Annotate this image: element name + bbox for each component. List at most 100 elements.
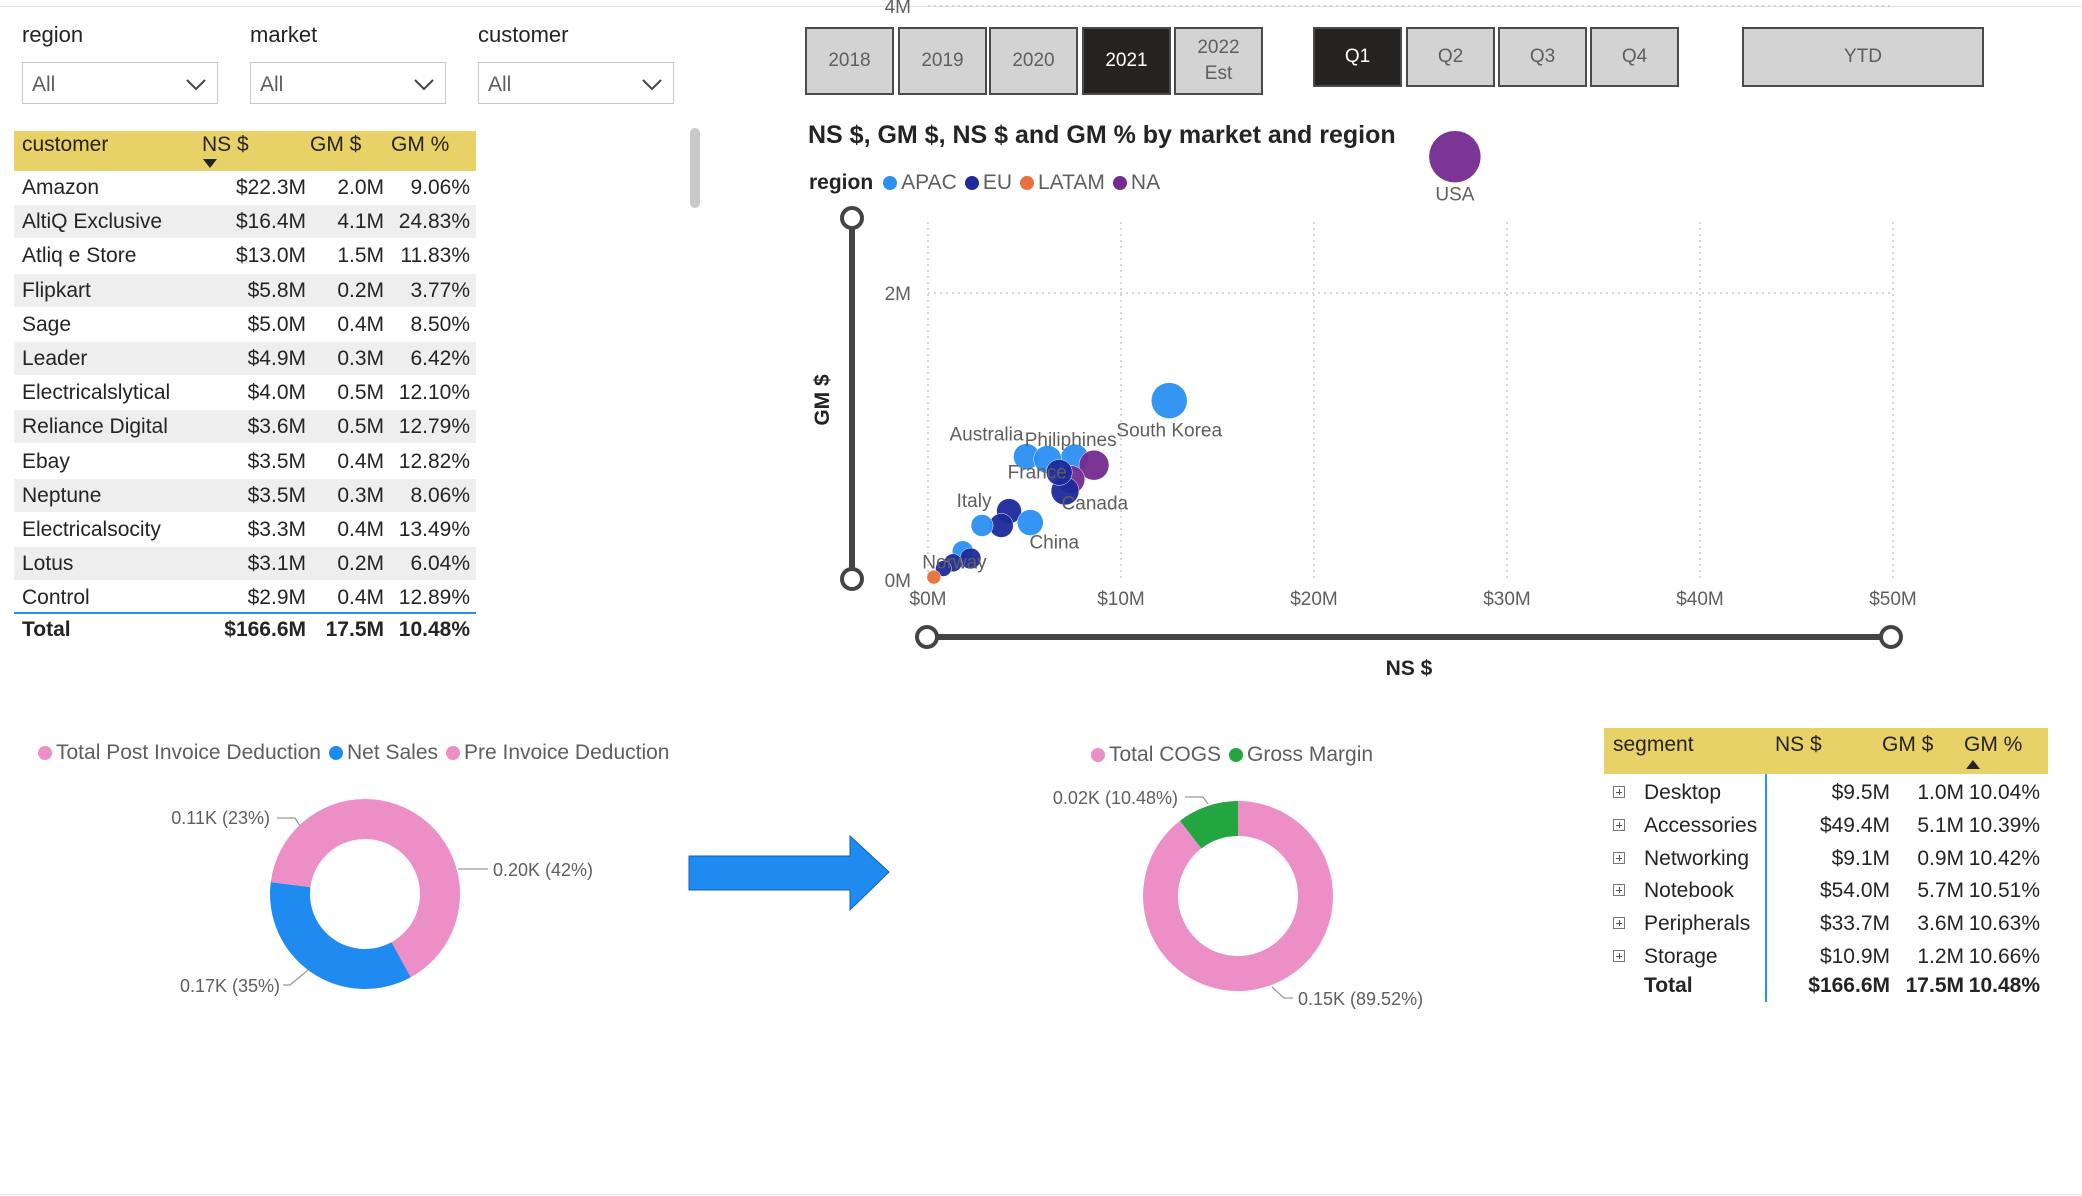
segment-total-row: Total $166.6M 17.5M 10.48%	[1604, 972, 2048, 1005]
legend-label: Pre Invoice Deduction	[464, 741, 670, 764]
x-tick-label: $10M	[1097, 589, 1145, 610]
total-gm-pct: 10.48%	[1968, 974, 2040, 997]
x-zoom-handle-right[interactable]	[1879, 625, 1903, 649]
y-tick-label: 4M	[885, 0, 911, 18]
expand-icon-v	[1619, 887, 1620, 894]
legend-item[interactable]: Total Post Invoice Deduction	[38, 741, 321, 765]
expand-icon[interactable]	[1613, 950, 1625, 962]
donut-data-label: 0.11K (23%)	[171, 808, 270, 828]
x-zoom-handle-left[interactable]	[915, 625, 939, 649]
expand-icon[interactable]	[1613, 917, 1625, 930]
gm-pct-value: 10.63%	[1968, 912, 2040, 936]
segment-name: Notebook	[1644, 879, 1734, 903]
table-row[interactable]: Accessories $49.4M 5.1M 10.39%	[1604, 809, 2048, 842]
point-label: USA	[1435, 185, 1474, 206]
col-header-ns[interactable]: NS $	[1775, 733, 1822, 757]
expand-icon-v	[1619, 920, 1620, 927]
leader-line	[277, 817, 301, 827]
donut-data-label: 0.17K (35%)	[180, 976, 280, 996]
x-tick-label: $20M	[1290, 589, 1338, 610]
expand-icon[interactable]	[1613, 786, 1625, 798]
expand-icon-v	[1619, 821, 1620, 828]
x-tick-label: $0M	[910, 589, 947, 610]
legend-label: Total COGS	[1109, 743, 1222, 766]
segment-name: Networking	[1644, 846, 1750, 870]
segment-name: Storage	[1644, 945, 1718, 968]
donut1-legend: Total Post Invoice Deduction Net Sales Pre…	[38, 741, 677, 765]
expand-icon[interactable]	[1613, 884, 1625, 897]
donut-data-label: 0.15K (89.52%)	[1298, 989, 1423, 1009]
legend-dot	[446, 746, 461, 760]
ns-value: $9.1M	[1831, 846, 1890, 870]
gm-value: 3.6M	[1917, 912, 1964, 936]
legend-label: Total Post Invoice Deduction	[56, 741, 321, 764]
donut-slice-total-post-invoice-deduction[interactable]	[270, 799, 365, 888]
ns-value: $33.7M	[1819, 912, 1890, 936]
expand-icon-v	[1619, 953, 1620, 959]
leader-line	[283, 969, 309, 986]
table-row[interactable]: Peripherals $33.7M 3.6M 10.63%	[1604, 907, 2048, 940]
donut2-legend: Total COGS Gross Margin	[1091, 743, 1381, 767]
donut-slice-net-sales[interactable]	[270, 882, 411, 990]
segment-name: Peripherals	[1644, 912, 1751, 936]
col-header-gm[interactable]: GM $	[1882, 733, 1933, 757]
legend-label: Net Sales	[346, 741, 439, 764]
gm-value: 0.9M	[1917, 846, 1964, 870]
point-label: Norway	[922, 552, 987, 573]
table-row[interactable]: Notebook $54.0M 5.7M 10.51%	[1604, 874, 2048, 907]
col-header-segment[interactable]: segment	[1613, 733, 1694, 757]
ns-value: $54.0M	[1819, 879, 1890, 903]
table-row[interactable]: Desktop $9.5M 1.0M 10.04%	[1604, 776, 2048, 809]
bottom-border	[0, 1194, 2082, 1195]
total-ns: $166.6M	[1808, 974, 1890, 997]
gm-pct-value: 10.51%	[1968, 879, 2040, 903]
point-label: France	[1008, 462, 1067, 483]
expand-icon-v	[1619, 854, 1620, 861]
legend-item[interactable]: Net Sales	[328, 741, 439, 765]
point-label: Italy	[957, 491, 992, 512]
scatter-point-south-korea[interactable]	[1151, 382, 1188, 419]
x-tick-label: $50M	[1869, 589, 1917, 610]
ns-value: $49.4M	[1819, 813, 1890, 837]
y-zoom-handle-bottom[interactable]	[840, 567, 864, 591]
flow-arrow-icon	[688, 834, 890, 912]
segment-name: Desktop	[1644, 781, 1722, 804]
y-tick-label: 0M	[885, 571, 911, 592]
scatter-chart: 0M2M4M$0M$10M$20M$30M$40M$50MNS $GM $Ind…	[171, 0, 1917, 1009]
table-row[interactable]: Storage $10.9M 1.2M 10.66%	[1604, 940, 2048, 973]
y-zoom-handle-top[interactable]	[840, 206, 864, 230]
gm-value: 1.0M	[1917, 781, 1964, 804]
point-label: South Korea	[1116, 421, 1222, 442]
expand-icon[interactable]	[1613, 851, 1625, 864]
scatter-point-usa[interactable]	[1428, 130, 1482, 183]
gm-pct-value: 10.04%	[1968, 781, 2040, 804]
gm-value: 5.1M	[1917, 813, 1964, 837]
y-axis-title: GM $	[811, 374, 834, 426]
point-label: China	[1029, 533, 1079, 554]
legend-dot	[38, 746, 52, 760]
gm-value: 5.7M	[1917, 879, 1964, 903]
table-row[interactable]: Networking $9.1M 0.9M 10.42%	[1604, 842, 2048, 875]
legend-item[interactable]: Total COGS	[1091, 743, 1221, 767]
donut-data-label: 0.20K (42%)	[493, 860, 593, 880]
col-header-gm-pct[interactable]: GM %	[1964, 733, 2022, 757]
point-label: Canada	[1062, 494, 1129, 515]
segment-name: Accessories	[1644, 813, 1758, 837]
legend-dot	[1229, 748, 1244, 762]
x-tick-label: $30M	[1483, 589, 1531, 610]
expand-icon[interactable]	[1613, 818, 1625, 831]
total-gm: 17.5M	[1905, 974, 1964, 997]
leader-line	[1185, 796, 1209, 805]
segment-table-header: segment NS $ GM $ GM %	[1604, 728, 2048, 774]
x-axis-title: NS $	[1386, 657, 1433, 680]
legend-item[interactable]: Pre Invoice Deduction	[446, 741, 669, 765]
sort-asc-icon	[1966, 760, 1980, 769]
donut-data-label: 0.02K (10.48%)	[1053, 788, 1178, 808]
leader-line	[1271, 986, 1293, 999]
segment-table: segment NS $ GM $ GM % Desktop $9.5M 1.0M 1…	[1604, 728, 2048, 1008]
legend-label: Gross Margin	[1247, 743, 1374, 766]
gm-value: 1.2M	[1917, 945, 1964, 968]
legend-item[interactable]: Gross Margin	[1229, 743, 1373, 767]
scatter-point-market-13[interactable]	[970, 514, 994, 537]
y-tick-label: 2M	[885, 284, 911, 305]
